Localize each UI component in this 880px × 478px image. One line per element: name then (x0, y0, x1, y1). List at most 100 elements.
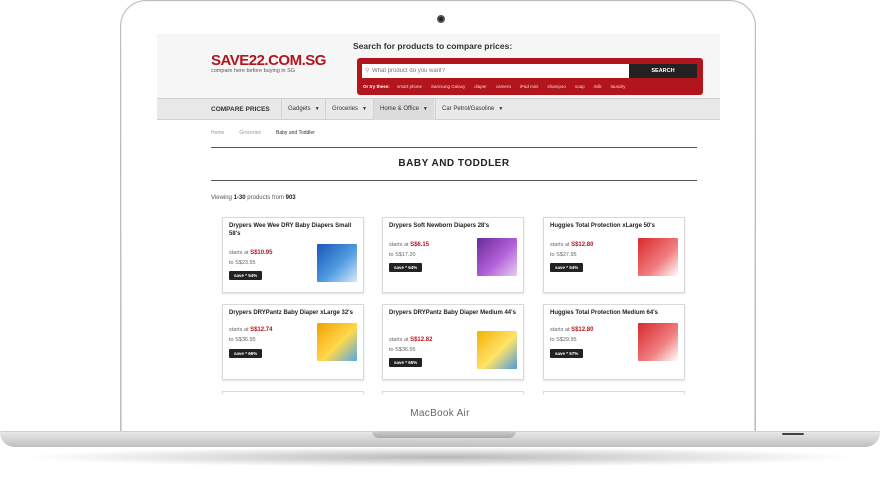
nav-label: Gadgets (288, 106, 311, 112)
product-title[interactable]: Huggies Total Protection xLarge 50's (550, 222, 680, 230)
to-label: to (550, 252, 555, 258)
breadcrumb-groceries[interactable]: Groceries (239, 130, 261, 136)
suggestion-link[interactable]: iPad mini (520, 84, 539, 89)
product-image[interactable] (638, 238, 678, 276)
suggestion-link[interactable]: camera (496, 84, 511, 89)
price-high-value: S$36.95 (235, 337, 256, 343)
product-image[interactable] (638, 323, 678, 361)
starts-label: starts at (389, 337, 409, 343)
breadcrumb-current: Baby and Toddler (276, 130, 315, 136)
save-badge: save * 57% (550, 349, 584, 358)
product-card[interactable]: Huggies Total Protection xLarge 50's sta… (543, 217, 685, 293)
price-high: to S$23.95 (229, 260, 256, 266)
price-low: S$12.74 (250, 327, 273, 333)
to-label: to (229, 337, 234, 343)
breadcrumb: Home Groceries Baby and Toddler (211, 130, 330, 136)
product-card[interactable]: Drypers DRYPantz Baby Diaper Medium 44's… (382, 304, 524, 380)
site-logo[interactable]: SAVE22.COM.SG (211, 52, 326, 69)
viewing-prefix: Viewing (211, 195, 232, 201)
price-high: to S$36.95 (229, 337, 256, 343)
viewing-range: 1-30 (233, 195, 246, 201)
price-high-value: S$17.20 (395, 252, 416, 258)
try-label: Or try these: (363, 84, 390, 89)
price-low: S$12.82 (410, 337, 433, 343)
price-starts: starts at S$12.74 (229, 327, 272, 333)
price-high: to S$29.95 (550, 337, 577, 343)
search-button[interactable]: SEARCH (629, 64, 697, 78)
site-tagline: compare here before buying in SG (211, 68, 296, 74)
nav-groceries[interactable]: Groceries ▼ (325, 99, 373, 120)
caret-down-icon: ▼ (498, 106, 504, 112)
price-starts: starts at S$10.95 (229, 250, 272, 256)
price-low: S$12.80 (571, 242, 594, 248)
product-card[interactable]: Drypers Soft Newborn Diapers 28's starts… (382, 217, 524, 293)
to-label: to (389, 347, 394, 353)
suggestion-link[interactable]: shampoo (547, 84, 566, 89)
divider (211, 147, 697, 148)
price-high: to S$27.95 (550, 252, 577, 258)
laptop-shadow (20, 447, 860, 467)
device-brand-label: MacBook Air (410, 408, 470, 419)
nav-label: Car Petrol/Gasoline (442, 106, 495, 112)
product-title[interactable]: Drypers Soft Newborn Diapers 28's (389, 222, 519, 230)
nav-car-petrol[interactable]: Car Petrol/Gasoline ▼ (435, 99, 509, 120)
suggestion-list: smart phone Samsung Galaxy diaper camera iPa… (397, 84, 634, 89)
nav-label: Groceries (332, 106, 359, 112)
save-badge: save * 66% (229, 349, 263, 358)
suggestion-link[interactable]: diaper (474, 84, 487, 89)
browser-screen: SAVE22.COM.SG compare here before buying… (157, 34, 720, 394)
product-image[interactable] (317, 323, 357, 361)
price-high-value: S$29.95 (556, 337, 577, 343)
suggestion-link[interactable]: smart phone (397, 84, 422, 89)
price-starts: starts at S$12.80 (550, 327, 593, 333)
save-badge: save * 54% (550, 263, 584, 272)
price-high-value: S$27.95 (556, 252, 577, 258)
suggestion-link[interactable]: laundry (611, 84, 626, 89)
product-image[interactable] (477, 238, 517, 276)
caret-down-icon: ▼ (314, 106, 320, 112)
site-header: SAVE22.COM.SG compare here before buying… (157, 34, 720, 98)
result-count: Viewing 1-30 products from 903 (211, 195, 296, 201)
price-starts: starts at S$12.80 (550, 242, 593, 248)
nav-compare-prices[interactable]: COMPARE PRICES (205, 99, 276, 120)
camera-icon (437, 15, 445, 23)
nav-home-office[interactable]: Home & Office ▼ (373, 99, 434, 120)
to-label: to (389, 252, 394, 258)
starts-label: starts at (550, 327, 570, 333)
price-high-value: S$23.95 (235, 260, 256, 266)
caret-down-icon: ▼ (422, 106, 428, 112)
product-card-partial (222, 391, 364, 394)
product-image[interactable] (317, 244, 357, 282)
suggestion-link[interactable]: Samsung Galaxy (431, 84, 465, 89)
search-input[interactable] (362, 64, 629, 78)
nav-gadgets[interactable]: Gadgets ▼ (281, 99, 326, 120)
product-card[interactable]: Huggies Total Protection Medium 64's sta… (543, 304, 685, 380)
price-starts: starts at S$6.15 (389, 242, 429, 248)
search-title: Search for products to compare prices: (353, 41, 513, 51)
product-title[interactable]: Huggies Total Protection Medium 64's (550, 309, 680, 317)
product-card[interactable]: Drypers Wee Wee DRY Baby Diapers Small 5… (222, 217, 364, 293)
breadcrumb-home[interactable]: Home (211, 130, 224, 136)
product-title[interactable]: Drypers DRYPantz Baby Diaper Medium 44's (389, 309, 519, 317)
viewing-middle: products from (247, 195, 284, 201)
starts-label: starts at (389, 242, 409, 248)
nav-label: Home & Office (380, 106, 419, 112)
starts-label: starts at (550, 242, 570, 248)
product-title[interactable]: Drypers DRYPantz Baby Diaper xLarge 32's (229, 309, 359, 317)
price-low: S$10.95 (250, 250, 273, 256)
suggestion-link[interactable]: milk (594, 84, 602, 89)
page-title: BABY AND TODDLER (398, 158, 510, 169)
product-card-partial (382, 391, 524, 394)
to-label: to (550, 337, 555, 343)
product-card-partial (543, 391, 685, 394)
price-high: to S$17.20 (389, 252, 416, 258)
search-icon: ⚲ (365, 68, 370, 74)
main-nav: COMPARE PRICES Gadgets ▼ Groceries ▼ Home … (157, 98, 720, 120)
save-badge: save * 65% (389, 358, 423, 367)
product-card[interactable]: Drypers DRYPantz Baby Diaper xLarge 32's… (222, 304, 364, 380)
product-title[interactable]: Drypers Wee Wee DRY Baby Diapers Small 5… (229, 222, 359, 238)
price-low: S$12.80 (571, 327, 594, 333)
suggestion-link[interactable]: soap (575, 84, 585, 89)
product-image[interactable] (477, 331, 517, 369)
save-badge: save * 54% (229, 271, 263, 280)
